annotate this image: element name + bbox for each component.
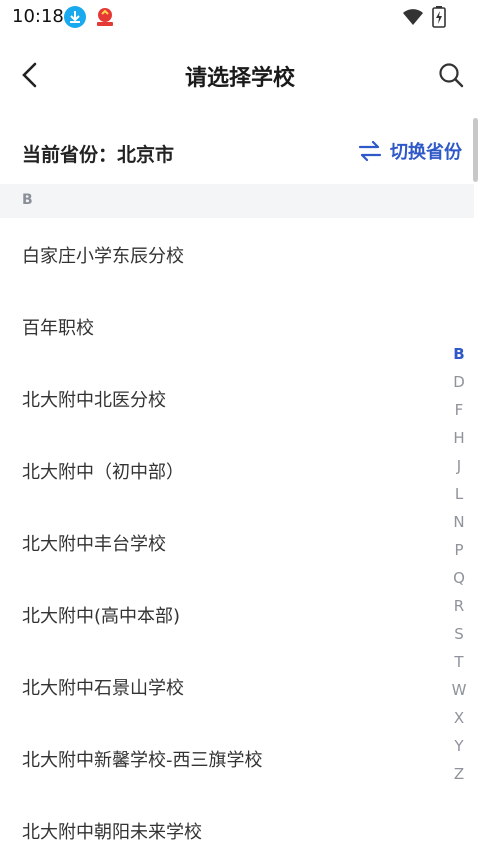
school-name: 白家庄小学东辰分校 [22, 246, 184, 267]
section-letter: B [22, 192, 33, 208]
list-item[interactable]: 北大附中石景山学校 [0, 650, 474, 722]
list-item[interactable]: 白家庄小学东辰分校 [0, 218, 474, 290]
switch-province-button[interactable]: 切换省份 [358, 138, 462, 164]
index-letter[interactable]: D [446, 370, 472, 398]
list-item[interactable]: 百年职校 [0, 290, 474, 362]
list-item[interactable]: 北大附中丰台学校 [0, 506, 474, 578]
school-name: 北大附中石景山学校 [22, 678, 184, 699]
list-item[interactable]: 北大附中北医分校 [0, 362, 474, 434]
list-item[interactable]: 北大附中(高中本部) [0, 578, 474, 650]
status-time: 10:18 [12, 6, 64, 27]
index-letter[interactable]: Z [446, 762, 472, 790]
index-letter[interactable]: Y [446, 734, 472, 762]
page-header: 请选择学校 [0, 44, 480, 106]
wifi-icon [402, 8, 424, 30]
province-bar: 当前省份：北京市 切换省份 [0, 120, 480, 182]
index-letter[interactable]: N [446, 510, 472, 538]
index-letter[interactable]: X [446, 706, 472, 734]
school-name: 北大附中北医分校 [22, 390, 166, 411]
download-icon [64, 6, 86, 28]
index-letter[interactable]: Q [446, 566, 472, 594]
school-name: 北大附中（初中部） [22, 462, 184, 483]
index-letter[interactable]: L [446, 482, 472, 510]
app-notification-icon [93, 6, 117, 28]
list-item[interactable]: 北大附中（初中部） [0, 434, 474, 506]
index-letter[interactable]: H [446, 426, 472, 454]
school-name: 北大附中朝阳未来学校 [22, 822, 202, 843]
index-letter[interactable]: B [446, 342, 472, 370]
school-list: 白家庄小学东辰分校 百年职校 北大附中北医分校 北大附中（初中部） 北大附中丰台… [0, 218, 474, 866]
school-name: 百年职校 [22, 318, 94, 339]
section-header: B [0, 184, 474, 218]
swap-icon [358, 141, 382, 161]
switch-province-label: 切换省份 [390, 142, 462, 163]
index-letter[interactable]: W [446, 678, 472, 706]
current-province: 当前省份：北京市 [22, 144, 175, 166]
list-item[interactable]: 北大附中新馨学校-西三旗学校 [0, 722, 474, 794]
index-letter[interactable]: R [446, 594, 472, 622]
list-item[interactable]: 北大附中朝阳未来学校 [0, 794, 474, 866]
index-letter[interactable]: J [446, 454, 472, 482]
scrollbar[interactable] [473, 118, 478, 182]
index-letter[interactable]: T [446, 650, 472, 678]
school-name: 北大附中新馨学校-西三旗学校 [22, 750, 263, 771]
status-bar: 10:18 [0, 0, 480, 34]
alphabet-index: B D F H J L N P Q R S T W X Y Z [446, 342, 472, 790]
school-name: 北大附中(高中本部) [22, 606, 181, 627]
battery-charging-icon [432, 6, 446, 32]
index-letter[interactable]: F [446, 398, 472, 426]
school-name: 北大附中丰台学校 [22, 534, 166, 555]
index-letter[interactable]: S [446, 622, 472, 650]
search-icon[interactable] [438, 62, 464, 88]
index-letter[interactable]: P [446, 538, 472, 566]
page-title: 请选择学校 [184, 66, 295, 91]
